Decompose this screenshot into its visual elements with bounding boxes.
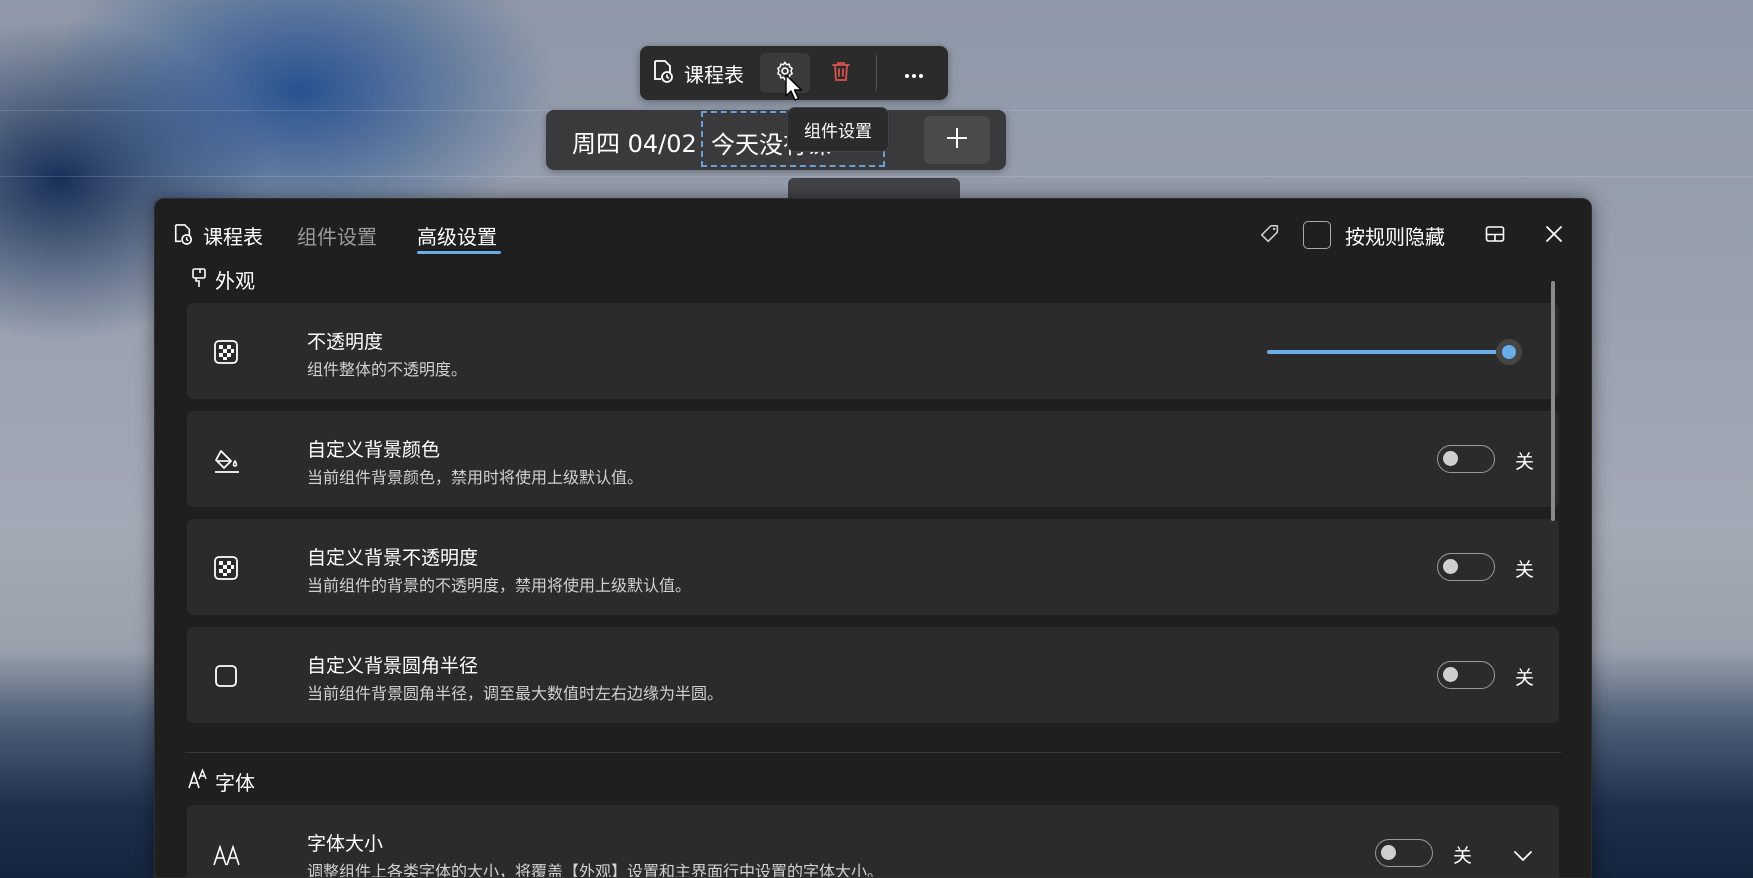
setting-custom-bg-opacity: 自定义背景不透明度 当前组件的背景的不透明度，禁用将使用上级默认值。 关: [187, 519, 1559, 615]
schedule-doc-icon: [173, 223, 193, 249]
section-divider: [185, 752, 1561, 753]
rounded-square-icon: [213, 663, 239, 689]
close-icon[interactable]: [1545, 225, 1563, 247]
setting-custom-bg-radius: 自定义背景圆角半径 当前组件背景圆角半径，调至最大数值时左右边缘为半圆。 关: [187, 627, 1559, 723]
paint-bucket-icon: [213, 447, 239, 473]
mouse-cursor-icon: [785, 74, 805, 106]
setting-description: 当前组件背景圆角半径，调至最大数值时左右边缘为半圆。: [307, 684, 724, 703]
panel-header: 课程表 组件设置 高级设置 按规则隐藏: [155, 199, 1591, 259]
panel-title: 课程表: [203, 225, 263, 249]
font-size-toggle[interactable]: [1375, 839, 1433, 867]
font-size-icon: [213, 841, 240, 867]
more-button[interactable]: [889, 53, 939, 93]
setting-description: 调整组件上各类字体的大小，将覆盖【外观】设置和主界面行中设置的字体大小。: [307, 862, 884, 878]
add-button[interactable]: [924, 116, 990, 164]
widget-date: 周四 04/02: [572, 130, 697, 158]
custom-bg-color-toggle[interactable]: [1437, 445, 1495, 473]
setting-description: 当前组件的背景的不透明度，禁用将使用上级默认值。: [307, 576, 692, 595]
hide-by-rule-checkbox[interactable]: [1303, 221, 1331, 249]
opacity-slider-thumb[interactable]: [1496, 339, 1522, 365]
toggle-state-label: 关: [1515, 559, 1535, 581]
trash-icon: [831, 60, 851, 86]
setting-description: 组件整体的不透明度。: [307, 360, 468, 379]
settings-panel: 课程表 组件设置 高级设置 按规则隐藏 外观 不透明度 组件整体的不透明度。 自…: [154, 198, 1592, 878]
custom-bg-radius-toggle[interactable]: [1437, 661, 1495, 689]
setting-title: 自定义背景颜色: [307, 439, 441, 461]
toolbar-title: 课程表: [684, 62, 744, 87]
custom-bg-opacity-toggle[interactable]: [1437, 553, 1495, 581]
chevron-down-icon[interactable]: [1513, 847, 1533, 866]
schedule-doc-icon: [652, 59, 674, 87]
setting-title: 不透明度: [307, 331, 384, 353]
toggle-state-label: 关: [1515, 451, 1535, 473]
setting-title: 自定义背景圆角半径: [307, 655, 479, 677]
checkerboard-icon: [213, 555, 239, 581]
setting-opacity: 不透明度 组件整体的不透明度。: [187, 303, 1559, 399]
scrollbar[interactable]: [1551, 281, 1555, 521]
setting-description: 当前组件背景颜色，禁用时将使用上级默认值。: [307, 468, 644, 487]
schedule-widget[interactable]: 周四 04/02 今天没有课: [546, 110, 1006, 170]
section-title-appearance: 外观: [215, 269, 255, 293]
brush-icon: [191, 267, 207, 293]
section-title-font: 字体: [215, 771, 255, 795]
toggle-state-label: 关: [1453, 845, 1473, 867]
tab-component-settings[interactable]: 组件设置: [297, 221, 377, 250]
active-tab-indicator: [417, 251, 501, 254]
tab-advanced-settings[interactable]: 高级设置: [417, 221, 497, 250]
toggle-state-label: 关: [1515, 667, 1535, 689]
font-icon: [187, 768, 209, 794]
background-line: [0, 176, 1753, 177]
tag-icon[interactable]: [1259, 223, 1281, 249]
opacity-slider-track[interactable]: [1267, 350, 1507, 354]
setting-custom-bg-color: 自定义背景颜色 当前组件背景颜色，禁用时将使用上级默认值。 关: [187, 411, 1559, 507]
tooltip: 组件设置: [787, 107, 889, 152]
setting-title: 自定义背景不透明度: [307, 547, 479, 569]
toolbar-separator: [876, 55, 877, 91]
checkerboard-icon: [213, 339, 239, 365]
delete-component-button[interactable]: [816, 53, 866, 93]
plus-icon: [945, 126, 969, 154]
layout-icon[interactable]: [1485, 225, 1505, 247]
setting-font-size: 字体大小 调整组件上各类字体的大小，将覆盖【外观】设置和主界面行中设置的字体大小…: [187, 805, 1559, 878]
more-icon: [904, 64, 924, 83]
setting-title: 字体大小: [307, 833, 384, 855]
hide-by-rule-label: 按规则隐藏: [1345, 225, 1445, 249]
